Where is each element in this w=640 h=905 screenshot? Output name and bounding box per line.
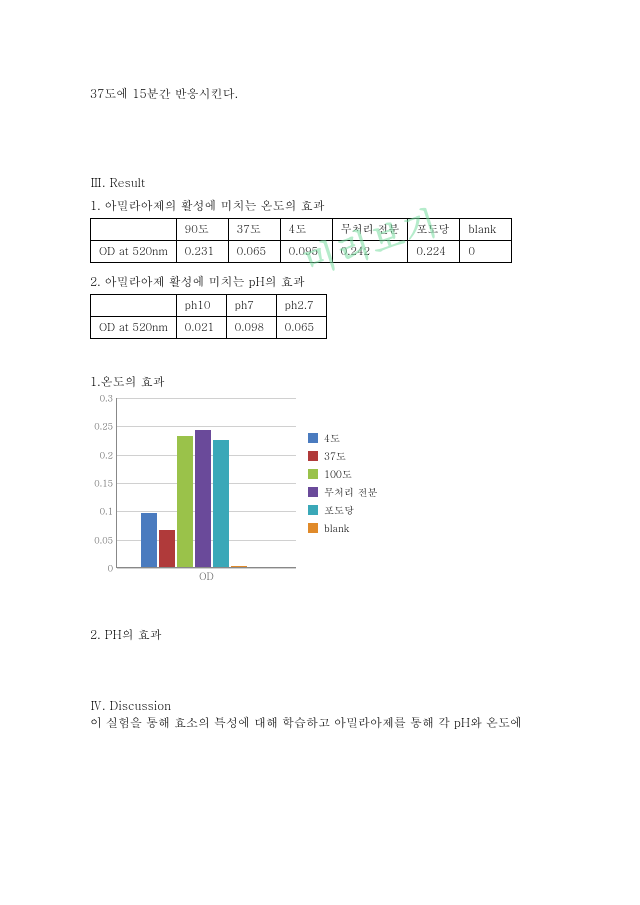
chart-y-tick: 0.3 — [89, 392, 113, 405]
table-cell: 0.231 — [176, 241, 228, 263]
table-header-cell — [91, 295, 177, 317]
table-rowlabel: OD at 520nm — [91, 317, 177, 339]
chart-bar — [231, 566, 247, 567]
table-header-cell: ph7 — [226, 295, 276, 317]
result-heading: Ⅲ. Result — [90, 174, 550, 191]
legend-swatch — [308, 469, 318, 479]
legend-swatch — [308, 505, 318, 515]
chart-y-tick: 0.15 — [89, 477, 113, 490]
table-cell: 0.095 — [280, 241, 332, 263]
legend-label: 4도 — [324, 431, 340, 445]
discussion-text: 이 실험을 통해 효소의 특성에 대해 학습하고 아밀라아제를 통해 각 pH와… — [90, 714, 550, 731]
table-cell: 0.065 — [276, 317, 326, 339]
table-row: OD at 520nm 0.231 0.065 0.095 0.242 0.22… — [91, 241, 512, 263]
legend-item: blank — [308, 521, 377, 535]
table-header-cell: 무처리 전분 — [332, 219, 408, 241]
chart-bar — [141, 513, 157, 567]
temperature-table: 90도 37도 4도 무처리 전분 포도당 blank OD at 520nm … — [90, 218, 512, 263]
legend-label: 무처리 전분 — [324, 485, 377, 499]
table-row: 90도 37도 4도 무처리 전분 포도당 blank — [91, 219, 512, 241]
chart2-title: 2. PH의 효과 — [90, 626, 550, 643]
chart-x-label: OD — [117, 569, 296, 583]
table1-title: 1. 아밀라아제의 활성에 미치는 온도의 효과 — [90, 197, 550, 214]
legend-label: 포도당 — [324, 503, 354, 517]
legend-item: 포도당 — [308, 503, 377, 517]
intro-text: 37도에 15분간 반응시킨다. — [90, 85, 550, 102]
table-cell: 0.098 — [226, 317, 276, 339]
legend-item: 4도 — [308, 431, 377, 445]
legend-swatch — [308, 433, 318, 443]
table-rowlabel: OD at 520nm — [91, 241, 177, 263]
chart-y-tick: 0.1 — [89, 505, 113, 518]
table-header-cell: blank — [460, 219, 512, 241]
legend-item: 무처리 전분 — [308, 485, 377, 499]
table2-title: 2. 아밀라아제 활성에 미치는 pH의 효과 — [90, 273, 550, 290]
ph-table: ph10 ph7 ph2.7 OD at 520nm 0.021 0.098 0… — [90, 294, 327, 339]
table-header-cell: ph10 — [176, 295, 226, 317]
legend-swatch — [308, 523, 318, 533]
table-row: OD at 520nm 0.021 0.098 0.065 — [91, 317, 327, 339]
chart-legend: 4도 37도 100도무처리 전분포도당 blank — [308, 398, 377, 568]
table-header-cell: 포도당 — [408, 219, 460, 241]
temperature-chart: 00.050.10.150.20.250.3OD 4도37도100도무처리 전분… — [90, 398, 550, 568]
chart-y-tick: 0.25 — [89, 420, 113, 433]
legend-swatch — [308, 487, 318, 497]
table-cell: 0.065 — [228, 241, 280, 263]
table-header-cell: 4도 — [280, 219, 332, 241]
legend-item: 100도 — [308, 467, 377, 481]
legend-swatch — [308, 451, 318, 461]
table-cell: 0 — [460, 241, 512, 263]
table-header-cell: ph2.7 — [276, 295, 326, 317]
chart-bar — [177, 436, 193, 567]
table-cell: 0.242 — [332, 241, 408, 263]
chart1-title: 1.온도의 효과 — [90, 373, 550, 390]
chart-bar — [195, 430, 211, 567]
table-header-cell: 90도 — [176, 219, 228, 241]
chart-bar — [213, 440, 229, 567]
chart-y-tick: 0.05 — [89, 533, 113, 546]
legend-label: blank — [324, 521, 350, 535]
chart-y-tick: 0.2 — [89, 448, 113, 461]
chart-y-tick: 0 — [89, 562, 113, 575]
table-header-cell: 37도 — [228, 219, 280, 241]
legend-label: 37도 — [324, 449, 346, 463]
table-row: ph10 ph7 ph2.7 — [91, 295, 327, 317]
legend-item: 37도 — [308, 449, 377, 463]
discussion-heading: Ⅳ. Discussion — [90, 697, 550, 714]
chart-bar — [159, 530, 175, 567]
legend-label: 100도 — [324, 467, 352, 481]
table-cell: 0.224 — [408, 241, 460, 263]
table-header-cell — [91, 219, 177, 241]
table-cell: 0.021 — [176, 317, 226, 339]
